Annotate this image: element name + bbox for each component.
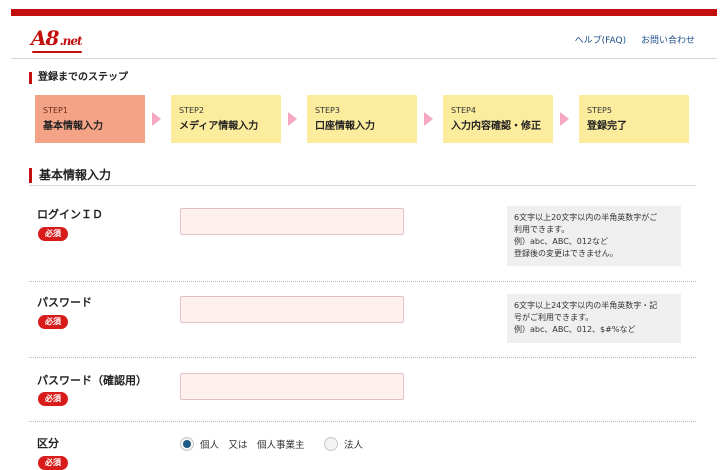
chevron-right-icon (288, 112, 297, 126)
chevron-right-icon (424, 112, 433, 126)
row-divider (29, 357, 696, 358)
category-option-individual[interactable]: 個人 又は 個人事業主 (180, 437, 305, 451)
site-header: A8.net ヘルプ(FAQ) お問い合わせ (11, 16, 717, 59)
password-confirm-label: パスワード（確認用） (37, 374, 147, 387)
step-label: 口座情報入力 (315, 121, 375, 132)
a8net-logo[interactable]: A8.net (31, 26, 83, 53)
logo-swoosh (32, 51, 82, 53)
registration-steps: STEP1 基本情報入力 STEP2 メディア情報入力 STEP3 口座情報入力… (35, 95, 695, 143)
help-line: 号がご利用できます。 (514, 313, 594, 322)
help-faq-link[interactable]: ヘルプ(FAQ) (575, 36, 626, 46)
chevron-right-icon (560, 112, 569, 126)
step-label: 入力内容確認・修正 (451, 121, 541, 132)
step-label: 登録完了 (587, 121, 627, 132)
step-number: STEP1 (43, 106, 68, 115)
help-line: 利用できます。 (514, 225, 570, 234)
step-number: STEP4 (451, 106, 476, 115)
help-line: 例）abc、ABC、012、$#%など (514, 325, 636, 334)
contact-link[interactable]: お問い合わせ (641, 36, 695, 46)
login-id-input[interactable] (180, 208, 404, 235)
help-line: 6文字以上20文字以内の半角英数字がご (514, 213, 658, 222)
category-option-corporation[interactable]: 法人 (324, 437, 363, 451)
step-number: STEP3 (315, 106, 340, 115)
section-heading: 基本情報入力 (29, 168, 696, 186)
step-label: 基本情報入力 (43, 121, 103, 132)
radio-button[interactable] (324, 437, 338, 451)
step-1: STEP1 基本情報入力 (35, 95, 145, 143)
required-badge: 必須 (38, 392, 68, 406)
category-label: 区分 (37, 437, 59, 450)
password-help-note: 6文字以上24文字以内の半角英数字・記 号がご利用できます。 例）abc、ABC… (507, 294, 681, 343)
radio-label: 法人 (344, 440, 364, 451)
login-id-label: ログインＩＤ (37, 208, 103, 221)
step-3: STEP3 口座情報入力 (307, 95, 417, 143)
radio-button-selected[interactable] (180, 437, 194, 451)
password-confirm-input[interactable] (180, 373, 404, 400)
step-5: STEP5 登録完了 (579, 95, 689, 143)
logo-text: A8 (31, 26, 59, 50)
top-accent-bar (11, 9, 717, 16)
password-input[interactable] (180, 296, 404, 323)
help-line: 6文字以上24文字以内の半角英数字・記 (514, 301, 658, 310)
step-number: STEP2 (179, 106, 204, 115)
step-label: メディア情報入力 (179, 121, 259, 132)
radio-label: 個人 又は 個人事業主 (200, 440, 305, 451)
steps-heading: 登録までのステップ (29, 72, 128, 84)
step-2: STEP2 メディア情報入力 (171, 95, 281, 143)
section-heading-text: 基本情報入力 (29, 168, 696, 183)
login-id-help-note: 6文字以上20文字以内の半角英数字がご 利用できます。 例）abc、ABC、01… (507, 206, 681, 266)
help-line: 登録後の変更はできません。 (514, 249, 618, 258)
required-badge: 必須 (38, 456, 68, 470)
chevron-right-icon (152, 112, 161, 126)
required-badge: 必須 (38, 315, 68, 329)
row-divider (29, 281, 696, 282)
header-links: ヘルプ(FAQ) お問い合わせ (563, 33, 695, 46)
step-number: STEP5 (587, 106, 612, 115)
step-4: STEP4 入力内容確認・修正 (443, 95, 553, 143)
logo-net-text: .net (59, 34, 82, 48)
required-badge: 必須 (38, 227, 68, 241)
row-divider (29, 421, 696, 422)
help-line: 例）abc、ABC、012など (514, 237, 609, 246)
password-label: パスワード (37, 296, 92, 309)
